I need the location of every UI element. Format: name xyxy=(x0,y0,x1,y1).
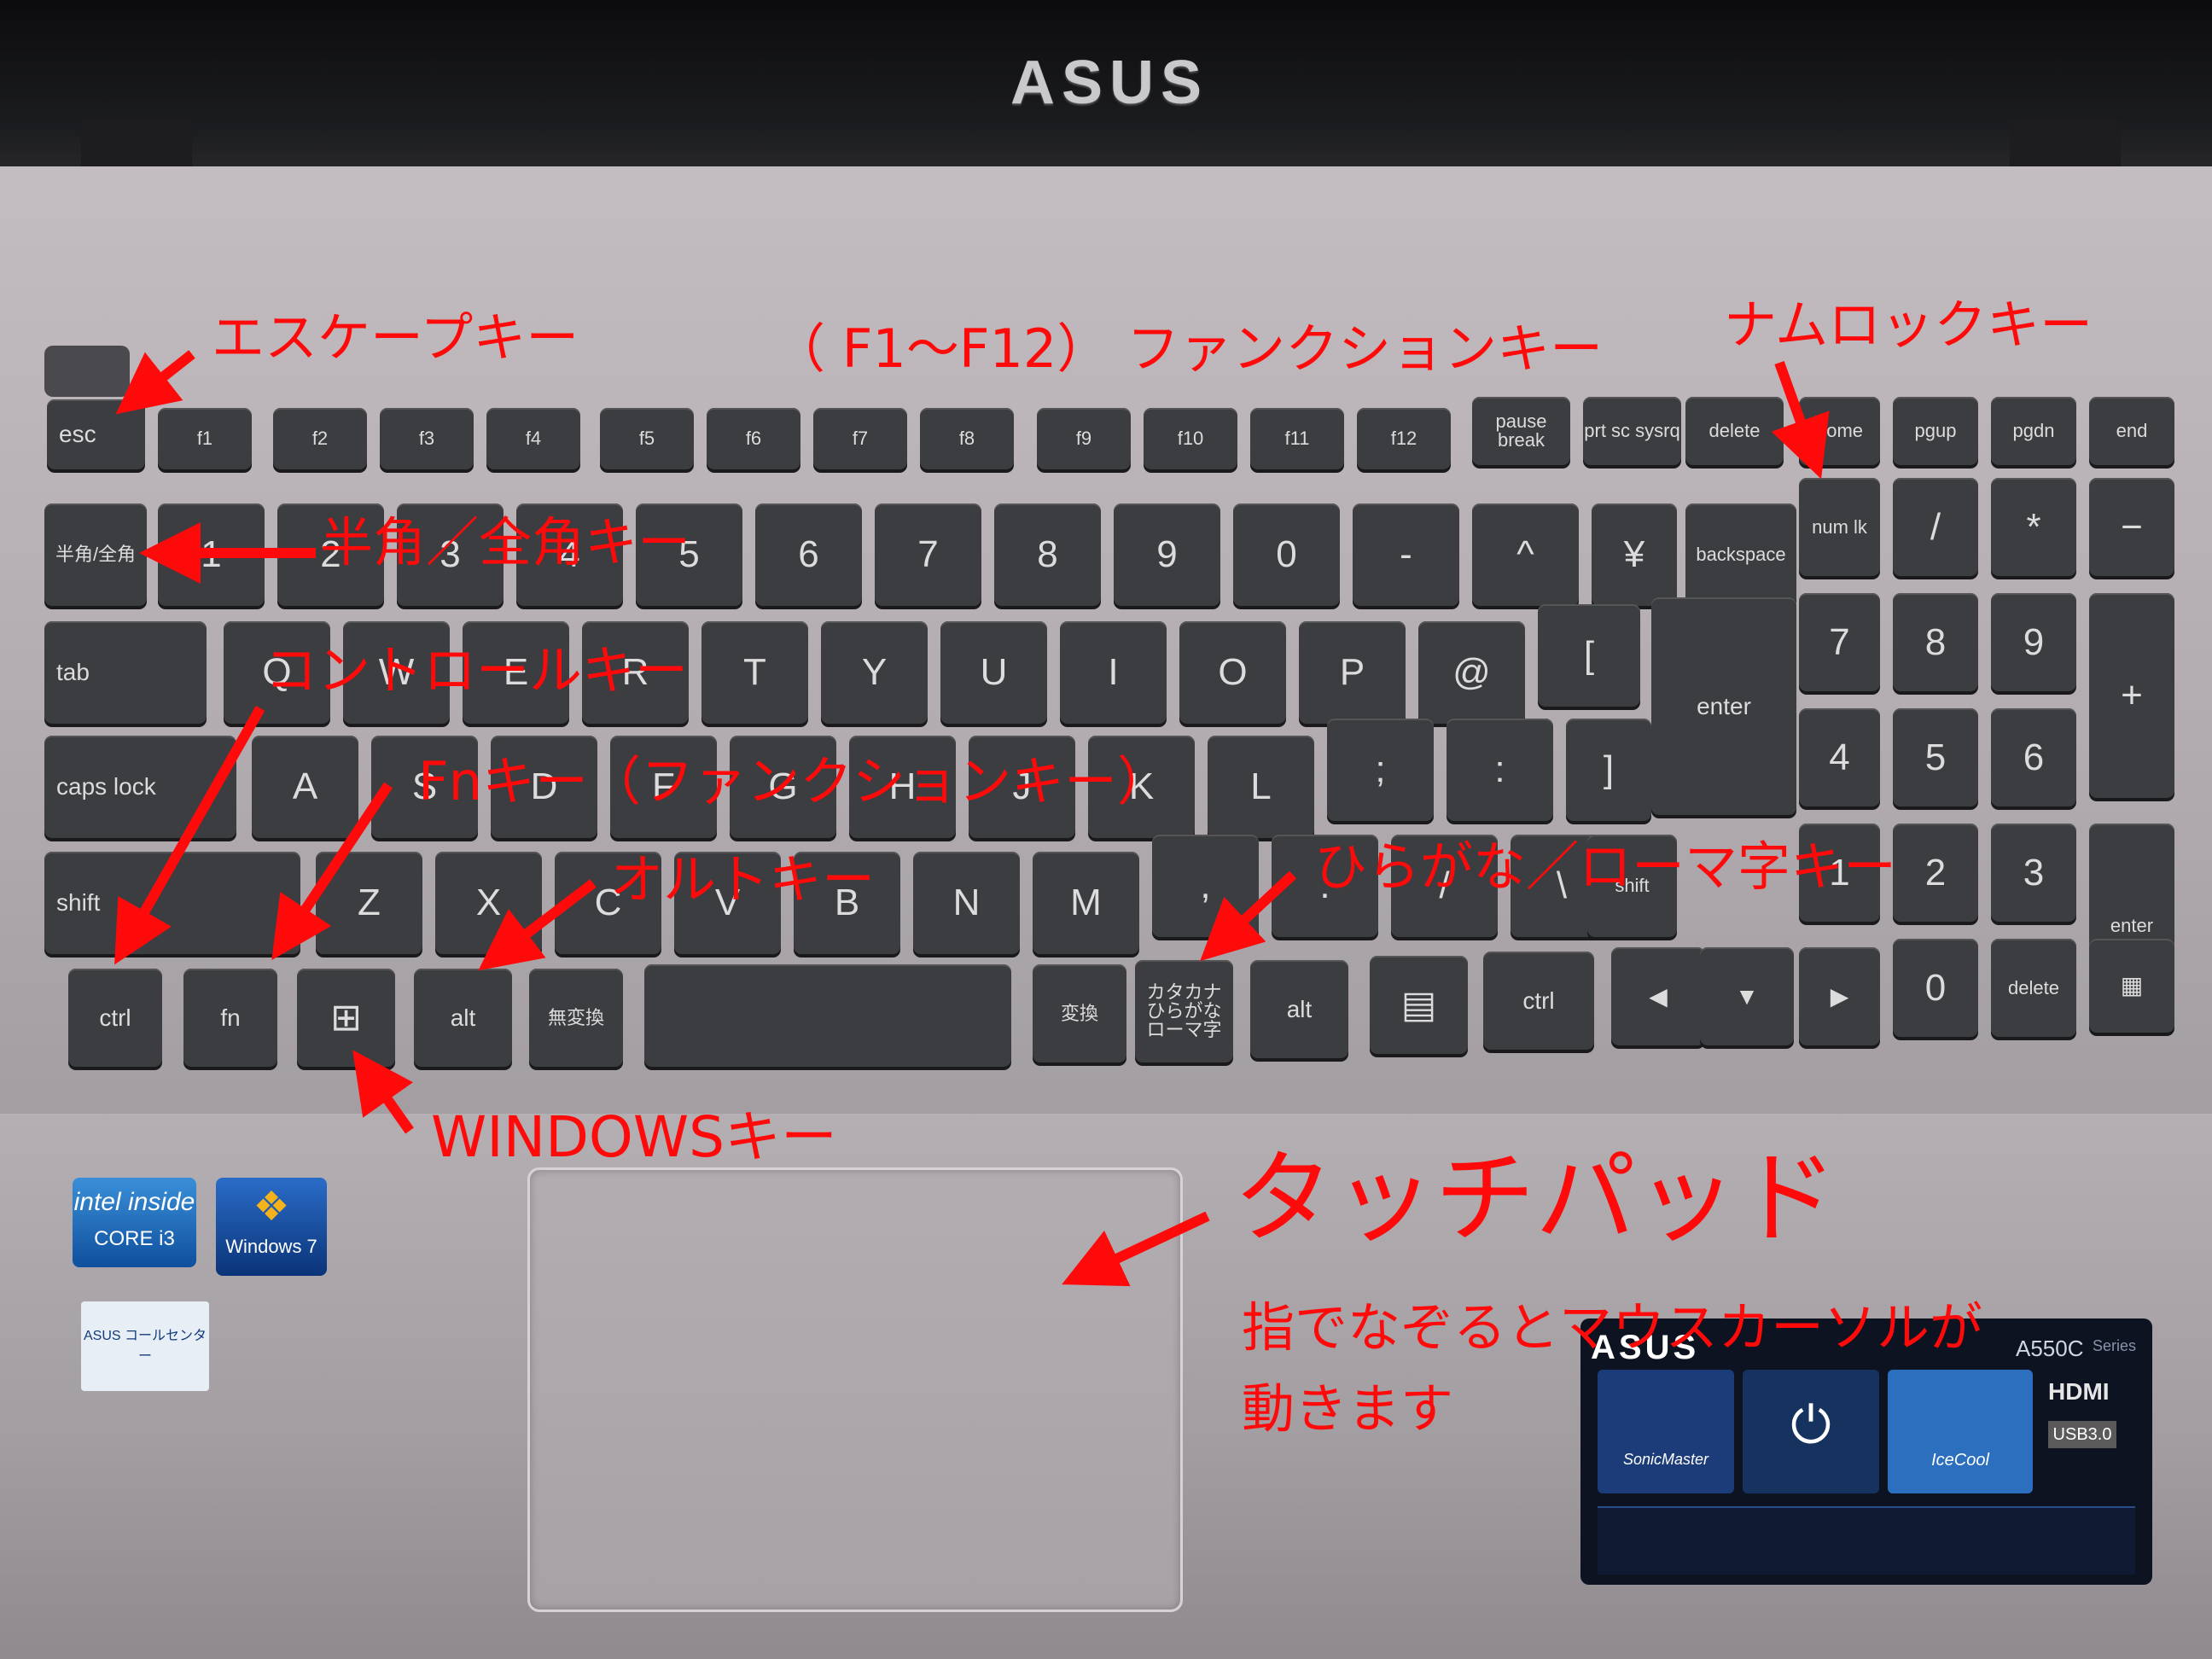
arrow-alt xyxy=(478,879,597,971)
annotation-alt: オルトキー xyxy=(610,848,876,911)
annotation-touchpad: タッチパッド xyxy=(1233,1139,1838,1257)
arrow-windows xyxy=(352,1050,414,1134)
annotation-escape: エスケープキー xyxy=(212,306,579,369)
annotation-windows: WINDOWSキー xyxy=(431,1104,838,1170)
arrow-esc xyxy=(115,350,195,415)
annotation-fn: Fnキー（ファンクションキー） xyxy=(418,750,1170,812)
annotation-touchpad-desc-1: 指でなぞるとマウスカーソルが xyxy=(1242,1296,1983,1359)
arrow-ctrl xyxy=(114,706,265,965)
annotation-arrows xyxy=(114,350,1830,1287)
annotation-touchpad-desc-2: 動きます xyxy=(1242,1377,1454,1440)
annotation-function-keys: （ F1～F12） ファンクションキー xyxy=(772,317,1604,380)
annotation-hankaku: 半角／全角キー xyxy=(320,511,691,573)
arrow-kana xyxy=(1200,870,1297,962)
arrow-touchpad xyxy=(1062,1211,1210,1287)
annotation-control: コントロールキー xyxy=(265,639,689,701)
annotation-numlock: ナムロックキー xyxy=(1724,294,2093,356)
arrow-fn xyxy=(271,782,393,960)
annotation-hiragana: ひらがな／ローマ字キー xyxy=(1314,835,1897,898)
arrow-numlock xyxy=(1771,360,1830,480)
